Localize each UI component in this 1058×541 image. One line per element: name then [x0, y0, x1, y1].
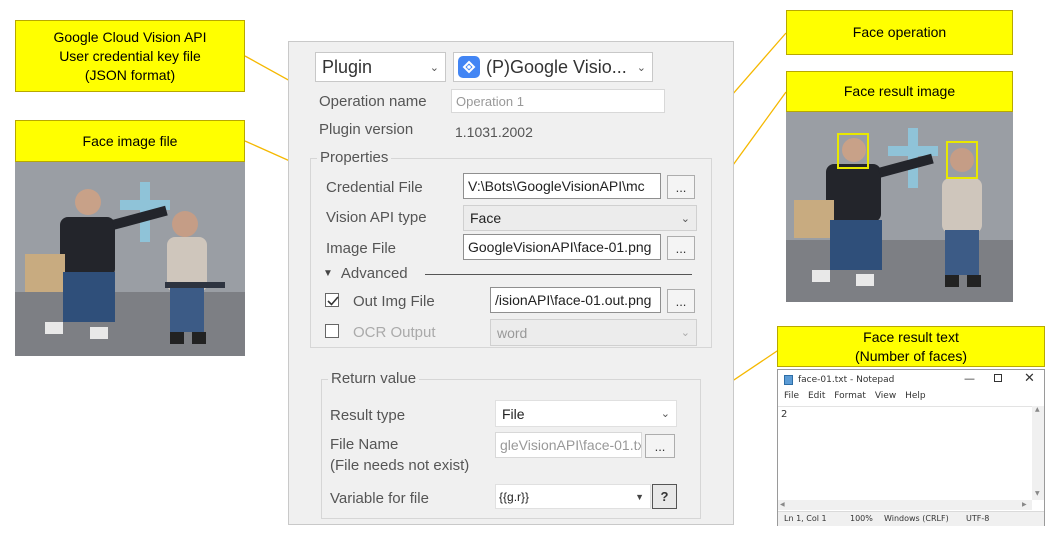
plugin-type-select[interactable]: Plugin ⌄ — [315, 52, 446, 82]
chevron-down-icon: ⌄ — [680, 327, 690, 339]
callout-face-operation: Face operation — [786, 10, 1013, 55]
ocr-output-select[interactable]: word ⌄ — [490, 319, 697, 346]
status-line-ending: Windows (CRLF) — [884, 514, 949, 523]
status-encoding: UTF-8 — [966, 514, 990, 523]
result-type-select[interactable]: File ⌄ — [495, 400, 677, 427]
status-zoom: 100% — [850, 514, 873, 523]
plugin-type-label: Plugin — [322, 56, 373, 77]
plugin-version-label: Plugin version — [319, 121, 414, 138]
minimize-icon[interactable]: — — [964, 372, 975, 385]
properties-label: Properties — [317, 149, 392, 166]
out-img-checkbox[interactable] — [325, 293, 339, 307]
help-button[interactable]: ? — [652, 484, 677, 509]
callout-face-result-text: Face result text (Number of faces) — [777, 326, 1045, 367]
image-file-input[interactable]: GoogleVisionAPI\face-01.png — [463, 234, 661, 260]
callout-credential-line1: Google Cloud Vision API — [53, 28, 207, 45]
menu-view[interactable]: View — [875, 391, 896, 401]
scroll-right-icon[interactable]: ▶ — [1022, 501, 1027, 508]
variable-for-file-select[interactable]: {{g.r}} ▼ — [495, 484, 651, 509]
chevron-down-icon: ⌄ — [660, 408, 670, 420]
credential-file-input[interactable]: V:\Bots\GoogleVisionAPI\mc — [463, 173, 661, 199]
triangle-down-icon: ▼ — [635, 491, 644, 502]
menu-edit[interactable]: Edit — [808, 391, 825, 401]
variable-for-file-label: Variable for file — [330, 490, 429, 507]
vision-api-type-select[interactable]: Face ⌄ — [463, 205, 697, 231]
operation-name-input[interactable]: Operation 1 — [451, 89, 665, 113]
callout-result-text-line1: Face result text — [863, 328, 959, 345]
chevron-down-icon: ⌄ — [429, 61, 439, 74]
status-position: Ln 1, Col 1 — [784, 514, 827, 523]
variable-for-file-value: {{g.r}} — [499, 489, 530, 504]
file-name-input[interactable]: gleVisionAPI\face-01.txt — [495, 432, 642, 458]
photo-illustration — [15, 162, 245, 356]
plugin-name-label: (P)Google Visio... — [486, 56, 627, 77]
notepad-title: face-01.txt - Notepad — [798, 375, 895, 385]
file-name-label: File Name — [330, 436, 399, 453]
triangle-down-icon: ▼ — [323, 268, 333, 279]
google-vision-icon — [458, 56, 480, 78]
result-type-label: Result type — [330, 407, 406, 424]
advanced-label: Advanced — [340, 265, 408, 282]
image-file-label: Image File — [326, 240, 397, 257]
menu-file[interactable]: File — [784, 391, 799, 401]
menu-help[interactable]: Help — [905, 391, 926, 401]
callout-face-result-image: Face result image — [786, 71, 1013, 112]
scroll-up-icon[interactable]: ▲ — [1035, 406, 1040, 413]
notepad-app-icon — [784, 375, 793, 385]
callout-result-text-line2: (Number of faces) — [854, 347, 968, 364]
vision-api-type-label: Vision API type — [326, 209, 427, 226]
close-icon[interactable]: ✕ — [1024, 371, 1035, 386]
result-photo-illustration — [786, 112, 1013, 302]
horizontal-scrollbar[interactable]: ◀ ▶ — [778, 500, 1032, 510]
notepad-text-area[interactable]: 2 — [778, 406, 1032, 500]
ocr-output-checkbox[interactable] — [325, 324, 339, 338]
image-file-browse-button[interactable]: ... — [667, 236, 695, 260]
ocr-output-value: word — [497, 324, 528, 341]
face-result-photo — [786, 112, 1013, 302]
plugin-name-select[interactable]: (P)Google Visio... ⌄ — [453, 52, 653, 82]
plugin-properties-panel: Plugin ⌄ (P)Google Visio... ⌄ Operation … — [288, 41, 734, 525]
checkmark-icon — [327, 296, 339, 306]
out-img-browse-button[interactable]: ... — [667, 289, 695, 313]
plugin-name-wrap: (P)Google Visio... — [458, 56, 627, 78]
menu-format[interactable]: Format — [834, 391, 866, 401]
ocr-output-label: OCR Output — [353, 324, 436, 341]
vision-api-type-value: Face — [470, 210, 502, 226]
notepad-menubar: File Edit Format View Help — [778, 391, 926, 405]
notepad-statusbar: Ln 1, Col 1 100% Windows (CRLF) UTF-8 — [778, 511, 1044, 526]
callout-face-image-file: Face image file — [15, 120, 245, 162]
file-name-browse-button[interactable]: ... — [645, 434, 675, 458]
return-value-label: Return value — [328, 370, 420, 387]
face-image-photo — [15, 162, 245, 356]
plugin-version-value: 1.1031.2002 — [455, 124, 533, 140]
callout-credential: Google Cloud Vision API User credential … — [15, 20, 245, 92]
out-img-file-label: Out Img File — [353, 293, 435, 310]
scroll-left-icon[interactable]: ◀ — [780, 501, 785, 508]
maximize-icon[interactable] — [994, 374, 1002, 382]
scroll-down-icon[interactable]: ▼ — [1035, 490, 1040, 497]
result-type-value: File — [502, 405, 525, 422]
callout-credential-line3: (JSON format) — [84, 66, 176, 83]
callout-credential-line2: User credential key file — [59, 47, 201, 64]
chevron-down-icon: ⌄ — [680, 212, 690, 225]
vertical-scrollbar[interactable]: ▲ ▼ — [1032, 406, 1044, 500]
notepad-titlebar: face-01.txt - Notepad — ✕ — [778, 370, 1044, 390]
notepad-window: face-01.txt - Notepad — ✕ File Edit Form… — [777, 369, 1045, 526]
credential-file-label: Credential File — [326, 179, 423, 196]
advanced-divider — [425, 274, 692, 275]
credential-browse-button[interactable]: ... — [667, 175, 695, 199]
chevron-down-icon: ⌄ — [636, 61, 646, 74]
operation-name-label: Operation name — [319, 93, 427, 110]
file-name-note: (File needs not exist) — [330, 457, 470, 474]
out-img-file-input[interactable]: /isionAPI\face-01.out.png — [490, 287, 661, 313]
advanced-toggle[interactable]: ▼ Advanced — [323, 265, 408, 282]
notepad-content: 2 — [781, 409, 788, 420]
